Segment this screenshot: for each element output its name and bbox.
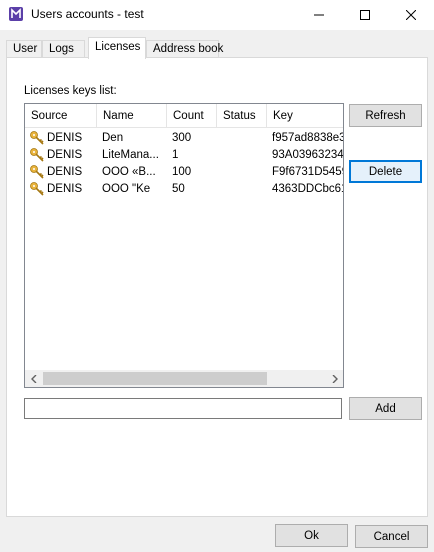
minimize-icon — [314, 14, 324, 16]
maximize-button[interactable] — [342, 0, 388, 30]
licenses-list[interactable]: Source Name Count Status Key DENIS Den 3… — [24, 103, 344, 388]
table-row[interactable]: DENIS LiteMana... 1 93A03963234 — [25, 148, 343, 165]
cell-key: 4363DDCbc61 — [272, 183, 344, 195]
key-icon — [30, 165, 44, 179]
key-icon — [30, 131, 44, 145]
cell-name: Den — [102, 132, 124, 144]
cell-name: OOO "Ke — [102, 183, 151, 195]
cell-key: F9f6731D5459 — [272, 166, 344, 178]
close-button[interactable] — [388, 0, 434, 30]
cell-key: f957ad8838e3 — [272, 132, 344, 144]
column-header-status[interactable]: Status — [217, 104, 267, 128]
maximize-icon — [360, 10, 370, 20]
delete-button[interactable]: Delete — [349, 160, 422, 183]
table-row[interactable]: DENIS Den 300 f957ad8838e3 — [25, 131, 343, 148]
cell-source: DENIS — [47, 166, 83, 178]
key-icon — [30, 182, 44, 196]
chevron-left-icon — [30, 374, 36, 383]
tab-logs[interactable]: Logs — [42, 40, 85, 58]
cell-count: 1 — [172, 149, 179, 161]
title-bar[interactable]: Users accounts - test — [0, 0, 434, 30]
scrollbar-thumb[interactable] — [43, 372, 267, 385]
ok-button[interactable]: Ok — [275, 524, 348, 547]
list-header: Source Name Count Status Key — [25, 104, 343, 128]
cell-count: 50 — [172, 183, 185, 195]
cell-count: 100 — [172, 166, 192, 178]
cell-count: 300 — [172, 132, 192, 144]
tab-licenses[interactable]: Licenses — [88, 37, 146, 59]
refresh-button[interactable]: Refresh — [349, 104, 422, 127]
licenses-list-label: Licenses keys list: — [24, 85, 117, 97]
cell-source: DENIS — [47, 149, 83, 161]
horizontal-scrollbar[interactable] — [25, 370, 343, 387]
cell-name: OOO «B... — [102, 166, 156, 178]
column-header-count[interactable]: Count — [167, 104, 217, 128]
minimize-button[interactable] — [296, 0, 342, 30]
column-header-key[interactable]: Key — [267, 104, 343, 128]
scroll-left-button[interactable] — [25, 370, 42, 387]
window-title: Users accounts - test — [31, 7, 144, 21]
add-button[interactable]: Add — [349, 397, 422, 420]
new-key-input[interactable] — [24, 398, 342, 419]
column-header-source[interactable]: Source — [25, 104, 97, 128]
app-logo-icon — [9, 7, 23, 21]
table-row[interactable]: DENIS OOO «B... 100 F9f6731D5459 — [25, 165, 343, 182]
column-header-name[interactable]: Name — [97, 104, 167, 128]
cancel-button[interactable]: Cancel — [355, 525, 428, 548]
chevron-right-icon — [332, 374, 338, 383]
cell-key: 93A03963234 — [272, 149, 344, 161]
tab-user[interactable]: User — [6, 40, 42, 58]
key-icon — [30, 148, 44, 162]
tab-address-book[interactable]: Address book — [146, 40, 223, 58]
cell-name: LiteMana... — [102, 149, 159, 161]
scroll-right-button[interactable] — [326, 370, 343, 387]
cell-source: DENIS — [47, 132, 83, 144]
close-icon — [406, 10, 416, 20]
table-row[interactable]: DENIS OOO "Ke 50 4363DDCbc61 — [25, 182, 343, 199]
cell-source: DENIS — [47, 183, 83, 195]
